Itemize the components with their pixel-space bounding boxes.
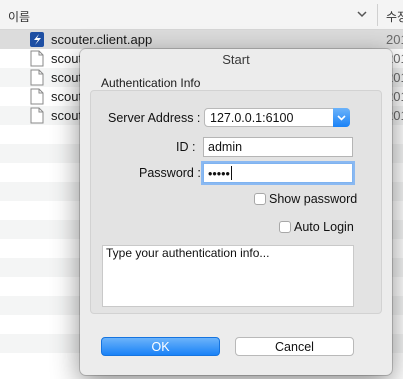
file-row[interactable]: scouter.client.app 201 [0,30,403,49]
start-dialog: Start Authentication Info Server Address… [80,49,392,375]
dialog-title: Start [222,52,250,67]
scouter-app-icon [30,31,44,48]
password-label: Password : [139,166,201,180]
server-address-label: Server Address : [108,111,201,125]
auto-login-checkbox[interactable] [279,221,291,233]
file-list-header: 이름 수정 [0,0,403,30]
column-header-modified[interactable]: 수정 [386,8,403,25]
id-field[interactable]: admin [203,137,353,157]
message-area: Type your authentication info... [102,245,354,307]
text-caret [230,166,232,180]
file-name: scouter.client.app [51,32,153,47]
server-address-value: 127.0.0.1:6100 [210,111,294,125]
ok-button[interactable]: OK [101,337,220,356]
file-date: 201 [386,32,403,47]
cancel-button[interactable]: Cancel [235,337,354,356]
password-value: ••••• [208,167,230,181]
document-icon [30,50,44,67]
message-text: Type your authentication info... [106,246,270,260]
show-password-checkbox[interactable] [254,193,266,205]
id-value: admin [208,140,243,154]
auto-login-label[interactable]: Auto Login [294,220,354,234]
column-divider[interactable] [377,4,378,26]
document-icon [30,88,44,105]
column-header-name[interactable]: 이름 [8,8,30,25]
chevron-down-icon[interactable] [333,108,350,127]
document-icon [30,69,44,86]
group-title: Authentication Info [101,76,201,90]
chevron-down-icon[interactable] [354,6,370,22]
server-address-select[interactable]: 127.0.0.1:6100 [204,108,350,127]
show-password-label[interactable]: Show password [269,192,357,206]
password-field[interactable]: ••••• [203,163,353,183]
document-icon [30,107,44,124]
id-label: ID : [176,140,196,154]
